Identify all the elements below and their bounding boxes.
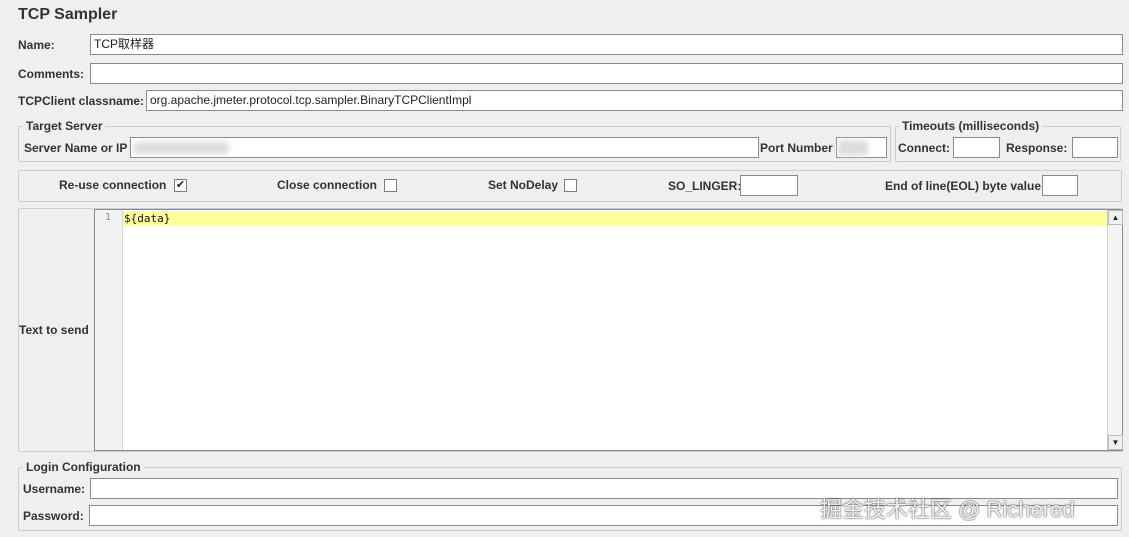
text-to-send-label: Text to send <box>19 323 89 337</box>
port-number-label: Port Number <box>760 141 833 155</box>
close-connection-checkbox[interactable] <box>384 179 397 192</box>
timeouts-legend: Timeouts (milliseconds) <box>899 119 1043 133</box>
eol-byte-field[interactable] <box>1042 175 1078 196</box>
password-label: Password: <box>23 509 84 523</box>
name-label: Name: <box>18 38 55 52</box>
reuse-connection-label: Re-use connection <box>59 178 167 192</box>
classname-label: TCPClient classname: <box>18 94 145 108</box>
reuse-connection-checkbox[interactable]: ✔ <box>174 179 187 192</box>
connect-label: Connect: <box>898 141 950 155</box>
name-field[interactable]: TCP取样器 <box>90 34 1123 55</box>
check-icon: ✔ <box>175 179 186 191</box>
comments-label: Comments: <box>18 67 85 81</box>
watermark: 掘金技术社区 @ Richered <box>820 497 1075 522</box>
username-label: Username: <box>23 482 86 496</box>
redacted-port-blur <box>838 140 868 156</box>
text-to-send-editor[interactable]: 1 ${data} ▲ ▼ <box>94 209 1123 451</box>
code-line[interactable]: ${data} <box>124 212 170 225</box>
so-linger-field[interactable] <box>740 175 798 196</box>
redacted-server-blur <box>134 142 229 154</box>
line-number-gutter <box>95 210 123 450</box>
login-configuration-legend: Login Configuration <box>23 460 144 474</box>
current-line-highlight <box>123 211 1107 226</box>
response-timeout-field[interactable] <box>1072 137 1118 158</box>
connect-timeout-field[interactable] <box>953 137 1000 158</box>
response-label: Response: <box>1006 141 1068 155</box>
close-connection-label: Close connection <box>277 178 378 192</box>
arrow-up-icon[interactable]: ▲ <box>1108 210 1123 225</box>
server-name-label: Server Name or IP <box>24 141 128 155</box>
eol-byte-label: End of line(EOL) byte value: <box>885 179 1046 193</box>
page-title: TCP Sampler <box>18 6 118 23</box>
comments-field[interactable] <box>90 63 1123 84</box>
vertical-scrollbar[interactable]: ▲ ▼ <box>1107 210 1123 450</box>
target-server-legend: Target Server <box>23 119 106 133</box>
set-nodelay-label: Set NoDelay <box>488 178 559 192</box>
set-nodelay-checkbox[interactable] <box>564 179 577 192</box>
arrow-down-icon[interactable]: ▼ <box>1108 435 1123 450</box>
classname-field[interactable]: org.apache.jmeter.protocol.tcp.sampler.B… <box>146 90 1123 111</box>
so-linger-label: SO_LINGER: <box>668 179 742 193</box>
line-number: 1 <box>104 212 111 223</box>
